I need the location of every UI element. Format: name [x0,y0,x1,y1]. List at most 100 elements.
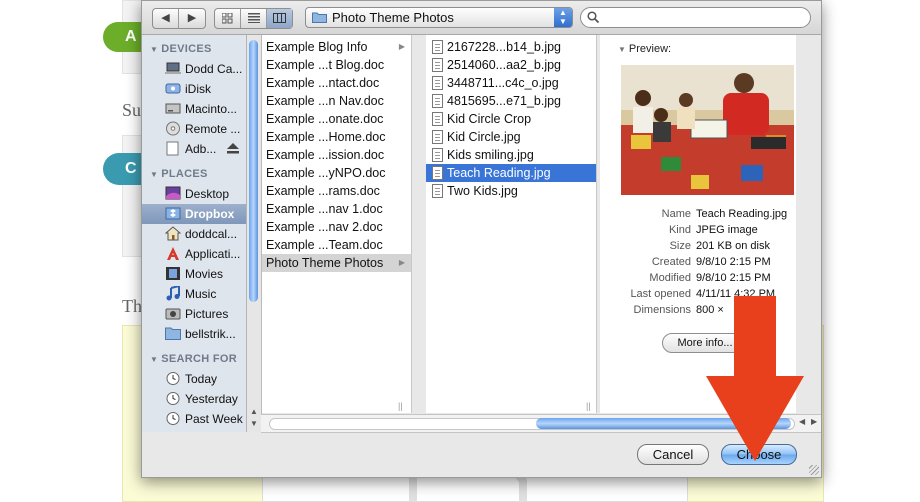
sidebar-section-places[interactable]: ▼ PLACES [150,168,208,180]
list-item-selected[interactable]: Teach Reading.jpg [426,164,596,182]
sidebar-section-title: SEARCH FOR [161,353,237,365]
sidebar-item-remote[interactable]: Remote ... [142,119,246,139]
sidebar-item-label: Movies [185,267,224,281]
list-item[interactable]: Example ...t Blog.doc [262,56,411,74]
pictures-icon [165,308,181,320]
sidebar-item-desktop[interactable]: Desktop [142,184,246,204]
scroll-down-icon[interactable]: ▼ [250,419,258,428]
document-icon [432,112,443,126]
icon-view-icon[interactable] [215,9,241,28]
sidebar-item-dropbox[interactable]: Dropbox [142,204,246,224]
list-item[interactable]: Kid Circle.jpg [426,128,596,146]
document-icon [432,76,443,90]
forward-arrow-icon[interactable]: ▶ [179,9,205,28]
preview-field-name: Name Teach Reading.jpg [600,208,796,224]
background-text: Su [122,100,142,120]
list-item[interactable]: Kids smiling.jpg [426,146,596,164]
search-field[interactable] [580,7,811,28]
sidebar-item-label: iDisk [185,82,211,96]
laptop-icon [165,62,181,74]
sidebar-item-applications[interactable]: Applicati... [142,244,246,264]
sidebar-section-title: PLACES [161,168,208,180]
list-item[interactable]: Example ...nav 1.doc [262,200,411,218]
desktop-icon [165,186,181,200]
sidebar-item-movies[interactable]: Movies [142,264,246,284]
sidebar-item-pictures[interactable]: Pictures [142,304,246,324]
list-item-selected[interactable]: Photo Theme Photos ▶ [262,254,411,272]
list-item[interactable]: Example ...Team.doc [262,236,411,254]
list-item[interactable]: Kid Circle Crop [426,110,596,128]
clock-icon [166,372,180,385]
sidebar-item-label: Yesterday [185,392,238,406]
sidebar-item-today[interactable]: Today [142,369,246,389]
sidebar-item-yesterday[interactable]: Yesterday [142,389,246,409]
sidebar-item-music[interactable]: Music [142,284,246,304]
home-icon [165,226,181,241]
dialog-toolbar: ◀ ▶ Photo Theme Photos ▲ ▼ [142,1,821,35]
scroll-up-icon[interactable]: ▲ [250,407,258,416]
cancel-button[interactable]: Cancel [637,444,709,465]
document-icon [432,40,443,54]
document-icon [432,166,443,180]
scroll-right-icon[interactable]: ▶ [811,417,817,426]
list-item-label: Teach Reading.jpg [447,166,551,180]
list-item[interactable]: Example ...ntact.doc [262,74,411,92]
list-item-label: Example ...yNPO.doc [266,166,386,180]
list-item[interactable]: Example ...yNPO.doc [262,164,411,182]
list-item[interactable]: 2514060...aa2_b.jpg [426,56,596,74]
chevron-right-icon: ▶ [398,42,405,51]
sidebar-section-title: DEVICES [161,43,212,55]
column-resize-handle[interactable]: || [398,401,403,411]
disclosure-triangle-icon: ▼ [150,355,159,364]
list-item[interactable]: Example ...ission.doc [262,146,411,164]
chevron-right-icon: ▶ [398,258,405,267]
column-view-icon[interactable] [267,9,292,28]
search-input[interactable] [605,9,804,27]
sidebar-item-label: Macinto... [185,102,238,116]
sidebar-scrollbar-thumb[interactable] [249,40,258,302]
list-item[interactable]: 4815695...e71_b.jpg [426,92,596,110]
sidebar-item-label: Adb... [185,142,217,156]
list-item-label: Example ...Home.doc [266,130,386,144]
preview-title-label: Preview: [628,43,672,55]
list-item[interactable]: Example ...n Nav.doc [262,92,411,110]
sidebar-item-macintosh[interactable]: Macinto... [142,99,246,119]
list-item[interactable]: Example ...nav 2.doc [262,218,411,236]
sidebar-item-label: Today [185,372,218,386]
list-item-label: Example ...ission.doc [266,148,385,162]
sidebar-item-dodd-ca[interactable]: Dodd Ca... [142,59,246,79]
browser-column-2: 2167228...b14_b.jpg 2514060...aa2_b.jpg … [426,35,597,413]
list-item[interactable]: Example Blog Info ▶ [262,38,411,56]
hard-drive-icon [165,103,181,114]
list-item[interactable]: 3448711...c4c_o.jpg [426,74,596,92]
list-view-icon[interactable] [241,9,267,28]
list-item[interactable]: 2167228...b14_b.jpg [426,38,596,56]
sidebar-item-label: doddcal... [185,227,238,241]
sidebar-item-bellstrik[interactable]: bellstrik... [142,324,246,344]
list-item[interactable]: Example ...Home.doc [262,128,411,146]
resize-grip-icon[interactable] [809,465,819,475]
column-resize-handle[interactable]: || [586,401,591,411]
field-key: Dimensions [633,304,691,316]
list-item-label: Example ...rams.doc [266,184,380,198]
list-item[interactable]: Example ...rams.doc [262,182,411,200]
list-item[interactable]: Example ...onate.doc [262,110,411,128]
popup-arrows-icon: ▲ ▼ [554,8,572,27]
sidebar-item-past-week[interactable]: Past Week [142,409,246,429]
field-value: JPEG image [696,224,758,236]
sidebar-item-adb[interactable]: Adb... [142,139,246,159]
sidebar-scrollbar[interactable]: ▲ ▼ [247,35,262,432]
eject-icon[interactable] [227,143,239,154]
clock-icon [166,392,180,405]
sidebar-item-label: Applicati... [185,247,241,261]
list-item[interactable]: Two Kids.jpg [426,182,596,200]
path-popup[interactable]: Photo Theme Photos ▲ ▼ [305,7,573,28]
back-arrow-icon[interactable]: ◀ [153,9,179,28]
list-item-label: Example ...ntact.doc [266,76,380,90]
sidebar-section-devices[interactable]: ▼ DEVICES [150,43,212,55]
sidebar-item-doddcal[interactable]: doddcal... [142,224,246,244]
sidebar-item-idisk[interactable]: iDisk [142,79,246,99]
background-text: Th [122,296,142,316]
search-icon [587,11,599,23]
sidebar-section-search-for[interactable]: ▼ SEARCH FOR [150,353,237,365]
